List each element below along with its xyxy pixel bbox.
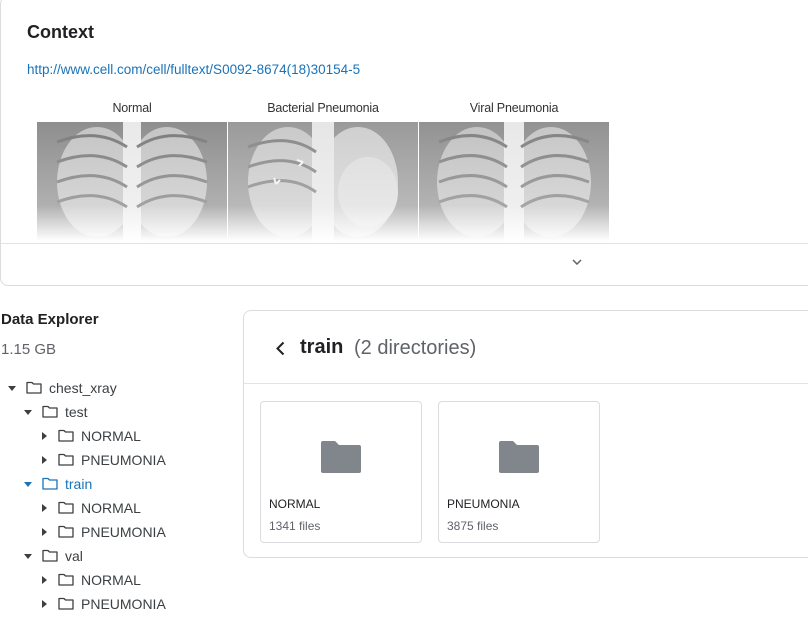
- caret-right-icon[interactable]: [38, 598, 50, 610]
- directory-panel: train (2 directories) NORMAL 1341 files …: [243, 310, 808, 558]
- tree-item-test[interactable]: test: [22, 401, 88, 423]
- folder-icon: [42, 549, 58, 563]
- back-button[interactable]: [272, 338, 288, 358]
- tree-item-label: NORMAL: [81, 500, 141, 516]
- chevron-down-icon: [572, 259, 582, 265]
- data-explorer-title: Data Explorer: [1, 311, 99, 328]
- directory-card-normal[interactable]: NORMAL 1341 files: [260, 401, 422, 543]
- context-card: Context http://www.cell.com/cell/fulltex…: [0, 0, 808, 286]
- tree-item-label: test: [65, 404, 88, 420]
- folder-icon: [26, 381, 42, 395]
- tree-item-pneumonia[interactable]: PNEUMONIA: [38, 449, 166, 471]
- caret-down-icon[interactable]: [22, 550, 34, 562]
- context-title: Context: [27, 22, 94, 42]
- caret-right-icon[interactable]: [38, 454, 50, 466]
- directory-card-name: PNEUMONIA: [447, 497, 520, 511]
- tree-item-val[interactable]: val: [22, 545, 83, 567]
- caret-down-icon[interactable]: [22, 478, 34, 490]
- caret-right-icon[interactable]: [38, 574, 50, 586]
- xray-normal: Normal: [37, 101, 227, 241]
- tree-item-label: PNEUMONIA: [81, 524, 166, 540]
- xray-image-strip: Normal Bacterial Pneumonia Viral Pneumon…: [37, 101, 609, 241]
- xray-viral: Viral Pneumonia: [419, 101, 609, 241]
- directory-card-files: 1341 files: [269, 519, 321, 533]
- folder-icon: [58, 597, 74, 611]
- caret-right-icon[interactable]: [38, 430, 50, 442]
- caret-right-icon[interactable]: [38, 526, 50, 538]
- directory-name: train: [300, 336, 344, 358]
- xray-bacterial: Bacterial Pneumonia: [228, 101, 418, 241]
- tree-item-label: NORMAL: [81, 572, 141, 588]
- tree-item-pneumonia[interactable]: PNEUMONIA: [38, 593, 166, 615]
- directory-card-pneumonia[interactable]: PNEUMONIA 3875 files: [438, 401, 600, 543]
- tree-item-chest_xray[interactable]: chest_xray: [6, 377, 117, 399]
- folder-icon: [58, 501, 74, 515]
- folder-icon: [42, 405, 58, 419]
- chevron-left-icon: [275, 341, 284, 355]
- tree-item-normal[interactable]: NORMAL: [38, 425, 141, 447]
- folder-icon: [58, 525, 74, 539]
- directory-count: (2 directories): [354, 337, 477, 359]
- directory-header: train (2 directories): [244, 311, 808, 384]
- caret-right-icon[interactable]: [38, 502, 50, 514]
- xray-caption-normal: Normal: [112, 101, 152, 115]
- caret-down-icon[interactable]: [6, 382, 18, 394]
- folder-icon: [58, 453, 74, 467]
- tree-item-normal[interactable]: NORMAL: [38, 569, 141, 591]
- dataset-size: 1.15 GB: [1, 341, 57, 358]
- tree-item-pneumonia[interactable]: PNEUMONIA: [38, 521, 166, 543]
- directory-card-files: 3875 files: [447, 519, 499, 533]
- tree-item-label: PNEUMONIA: [81, 596, 166, 612]
- tree-item-label: train: [65, 476, 93, 492]
- directory-card-name: NORMAL: [269, 497, 321, 511]
- tree-item-label: PNEUMONIA: [81, 452, 166, 468]
- tree-item-label: val: [65, 548, 83, 564]
- folder-icon: [42, 477, 58, 491]
- tree-item-label: NORMAL: [81, 428, 141, 444]
- xray-caption-viral: Viral Pneumonia: [469, 101, 559, 115]
- expand-button[interactable]: [567, 253, 587, 271]
- tree-item-normal[interactable]: NORMAL: [38, 497, 141, 519]
- tree-item-train[interactable]: train: [22, 473, 92, 495]
- xray-caption-bacterial: Bacterial Pneumonia: [267, 101, 379, 115]
- tree-item-label: chest_xray: [49, 380, 117, 396]
- folder-icon: [321, 441, 361, 473]
- caret-down-icon[interactable]: [22, 406, 34, 418]
- context-divider: [1, 243, 808, 244]
- context-link[interactable]: http://www.cell.com/cell/fulltext/S0092-…: [27, 62, 360, 77]
- folder-icon: [58, 429, 74, 443]
- folder-icon: [58, 573, 74, 587]
- folder-icon: [499, 441, 539, 473]
